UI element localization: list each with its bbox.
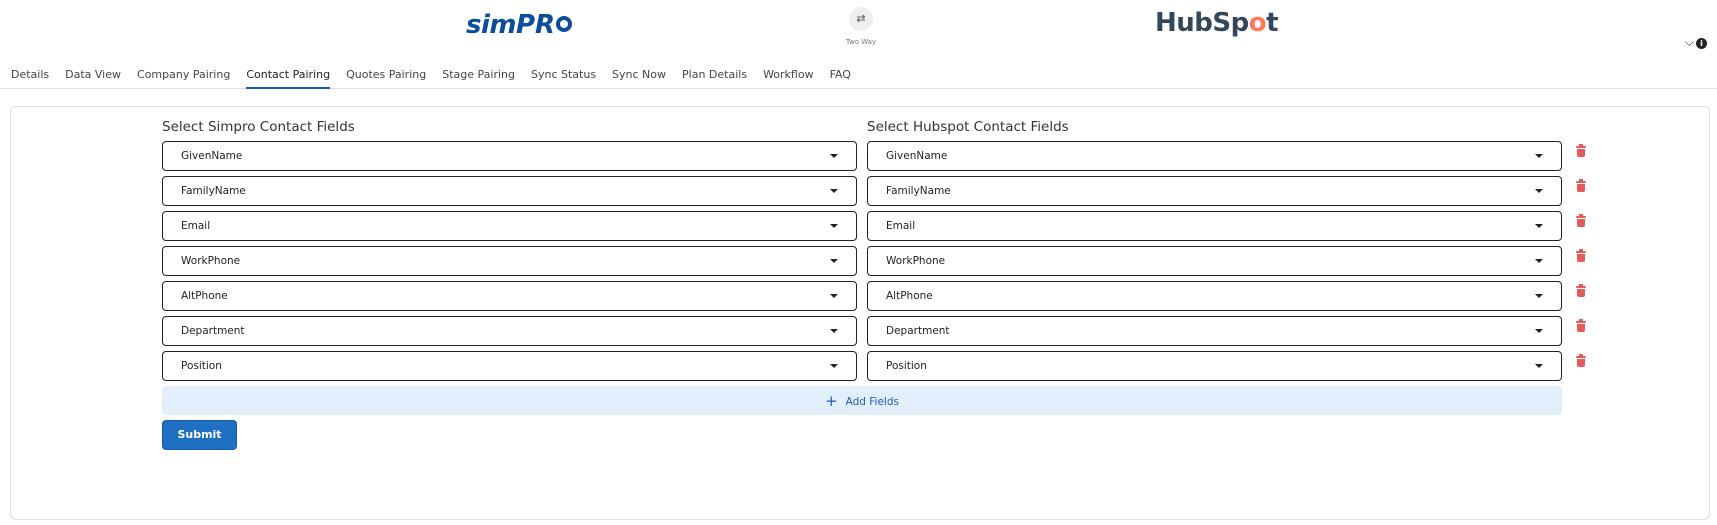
select-value: GivenName	[181, 150, 243, 162]
select-value: WorkPhone	[886, 255, 946, 267]
caret-down-icon	[1535, 259, 1543, 263]
select-value: Position	[181, 360, 222, 372]
submit-button[interactable]: Submit	[162, 420, 237, 450]
caret-down-icon	[830, 154, 838, 158]
caret-down-icon	[1535, 189, 1543, 193]
tab-workflow[interactable]: Workflow	[763, 67, 814, 89]
simpro-field-select[interactable]: GivenName	[162, 141, 857, 171]
tab-bar: Details Data View Company Pairing Contact P…	[0, 67, 1717, 89]
tab-plan-details[interactable]: Plan Details	[682, 67, 747, 89]
simpro-field-select[interactable]: Department	[162, 316, 857, 346]
select-value: Email	[886, 220, 916, 232]
header-corner-controls: ⌵ i	[1683, 35, 1707, 50]
select-value: Department	[181, 325, 245, 337]
select-value: FamilyName	[181, 185, 246, 197]
hubspot-field-select[interactable]: Department	[867, 316, 1562, 346]
delete-row-icon[interactable]	[1576, 249, 1586, 262]
caret-down-icon	[1535, 329, 1543, 333]
plus-icon: +	[825, 392, 838, 410]
tab-faq[interactable]: FAQ	[830, 67, 851, 89]
tab-stage-pairing[interactable]: Stage Pairing	[442, 67, 515, 89]
hubspot-logo: HubSpot	[1155, 8, 1279, 38]
simpro-field-select[interactable]: WorkPhone	[162, 246, 857, 276]
hubspot-field-select[interactable]: Position	[867, 351, 1562, 381]
caret-down-icon	[830, 259, 838, 263]
select-value: GivenName	[886, 150, 948, 162]
simpro-field-select[interactable]: AltPhone	[162, 281, 857, 311]
add-fields-button[interactable]: + Add Fields	[162, 386, 1562, 415]
simpro-logo: simPR	[466, 10, 573, 40]
tab-sync-status[interactable]: Sync Status	[531, 67, 596, 89]
simpro-field-select[interactable]: Position	[162, 351, 857, 381]
caret-down-icon	[1535, 224, 1543, 228]
app-header: simPR ⇄ Two Way HubSpot ⌵ i	[0, 0, 1717, 60]
sync-direction-label: Two Way	[845, 38, 877, 46]
delete-row-icon[interactable]	[1576, 179, 1586, 192]
simpro-fields-heading: Select Simpro Contact Fields	[162, 119, 355, 135]
select-value: AltPhone	[886, 290, 933, 302]
info-icon[interactable]: i	[1696, 38, 1707, 49]
select-value: Email	[181, 220, 211, 232]
select-value: FamilyName	[886, 185, 951, 197]
delete-row-icon[interactable]	[1576, 354, 1586, 367]
select-value: AltPhone	[181, 290, 228, 302]
select-value: WorkPhone	[181, 255, 241, 267]
caret-down-icon	[830, 364, 838, 368]
delete-row-icon[interactable]	[1576, 144, 1586, 157]
tab-sync-now[interactable]: Sync Now	[612, 67, 666, 89]
hubspot-field-select[interactable]: Email	[867, 211, 1562, 241]
hubspot-field-select[interactable]: FamilyName	[867, 176, 1562, 206]
delete-row-icon[interactable]	[1576, 214, 1586, 227]
add-fields-label: Add Fields	[845, 396, 899, 408]
caret-down-icon	[1535, 294, 1543, 298]
tab-company-pairing[interactable]: Company Pairing	[137, 67, 230, 89]
delete-row-icon[interactable]	[1576, 319, 1586, 332]
hubspot-field-select[interactable]: GivenName	[867, 141, 1562, 171]
two-way-sync-icon: ⇄	[849, 7, 873, 31]
simpro-gear-icon	[556, 16, 573, 32]
tab-contact-pairing[interactable]: Contact Pairing	[246, 67, 331, 89]
tab-details[interactable]: Details	[11, 67, 49, 89]
caret-down-icon	[830, 189, 838, 193]
hubspot-fields-heading: Select Hubspot Contact Fields	[867, 119, 1069, 135]
sync-direction: ⇄ Two Way	[838, 7, 884, 46]
delete-row-icon[interactable]	[1576, 284, 1586, 297]
hubspot-field-select[interactable]: WorkPhone	[867, 246, 1562, 276]
caret-down-icon	[830, 294, 838, 298]
chevron-down-icon[interactable]: ⌵	[1685, 35, 1694, 49]
select-value: Department	[886, 325, 950, 337]
caret-down-icon	[830, 329, 838, 333]
tab-quotes-pairing[interactable]: Quotes Pairing	[346, 67, 426, 89]
hubspot-field-select[interactable]: AltPhone	[867, 281, 1562, 311]
simpro-field-select[interactable]: Email	[162, 211, 857, 241]
select-value: Position	[886, 360, 927, 372]
simpro-field-select[interactable]: FamilyName	[162, 176, 857, 206]
caret-down-icon	[1535, 364, 1543, 368]
caret-down-icon	[1535, 154, 1543, 158]
caret-down-icon	[830, 224, 838, 228]
tab-data-view[interactable]: Data View	[65, 67, 121, 89]
